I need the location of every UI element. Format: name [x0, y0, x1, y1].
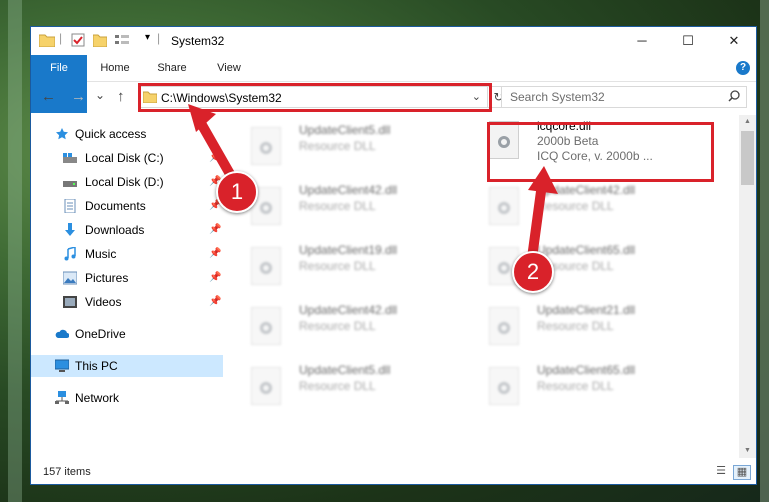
file-name: UpdateClient65.dll	[537, 363, 636, 377]
file-item[interactable]: UpdateClient65.dll Resource DLL	[467, 241, 707, 299]
separator: |	[59, 31, 63, 45]
tab-view[interactable]: View	[203, 55, 255, 81]
minimize-button[interactable]: ─	[619, 27, 665, 55]
annotation-badge-2: 2	[512, 251, 554, 293]
title-bar: | ▾ | System32 ─ ☐ ✕	[31, 27, 756, 55]
dll-file-icon	[251, 307, 281, 345]
file-name: UpdateClient19.dll	[299, 243, 398, 257]
videos-icon	[63, 296, 77, 308]
explorer-window: | ▾ | System32 ─ ☐ ✕ File Home Share Vie…	[30, 26, 757, 485]
file-type: Resource DLL	[299, 259, 376, 273]
pin-icon: 📌	[209, 248, 222, 259]
search-icon[interactable]	[728, 90, 740, 102]
file-item[interactable]: UpdateClient65.dll Resource DLL	[467, 361, 707, 419]
file-name: UpdateClient21.dll	[537, 303, 636, 317]
search-input[interactable]	[510, 90, 710, 104]
documents-icon	[64, 199, 76, 213]
forward-button[interactable]: →	[71, 89, 86, 105]
sidebar-item-label: Pictures	[85, 271, 129, 285]
dll-file-icon	[251, 247, 281, 285]
sidebar-item-downloads[interactable]: Downloads 📌	[31, 219, 223, 241]
pc-icon	[55, 359, 69, 372]
pin-icon: 📌	[209, 272, 222, 283]
music-icon	[64, 247, 76, 261]
back-button[interactable]: ←	[41, 89, 56, 105]
file-item[interactable]: UpdateClient42.dll Resource DLL	[467, 181, 707, 239]
file-item[interactable]: UpdateClient19.dll Resource DLL	[229, 241, 469, 299]
sidebar-item-label: OneDrive	[75, 327, 126, 341]
sidebar-item-label: Music	[85, 247, 117, 261]
background-tree	[760, 0, 769, 502]
dll-file-icon	[489, 367, 519, 405]
onedrive-icon	[55, 329, 69, 338]
annotation-badge-1: 1	[216, 171, 258, 213]
window-title: System32	[171, 34, 225, 48]
sidebar-item-pictures[interactable]: Pictures 📌	[31, 267, 223, 289]
sidebar-item-label: Downloads	[85, 223, 145, 237]
file-type: Resource DLL	[299, 139, 376, 153]
file-name: UpdateClient42.dll	[299, 183, 398, 197]
close-button[interactable]: ✕	[711, 27, 756, 55]
up-button[interactable]: ↑	[117, 89, 125, 105]
downloads-icon	[65, 223, 75, 236]
file-type: Resource DLL	[537, 319, 614, 333]
sidebar-item-label: Documents	[85, 199, 146, 213]
pin-icon: 📌	[209, 296, 222, 307]
dll-file-icon	[489, 307, 519, 345]
large-icons-view-icon[interactable]: ▦	[733, 465, 751, 480]
search-box[interactable]	[501, 86, 747, 108]
sidebar-item-label: Local Disk (C:)	[85, 151, 164, 165]
sidebar-item-network[interactable]: Network	[31, 387, 223, 409]
sidebar-item-label: Videos	[85, 295, 122, 309]
sidebar-item-onedrive[interactable]: OneDrive	[31, 323, 223, 345]
chevron-down-icon[interactable]: ▾	[145, 32, 150, 43]
ribbon: File Home Share View ?	[31, 55, 756, 113]
file-type: Resource DLL	[537, 379, 614, 393]
customize-icon[interactable]	[115, 33, 131, 47]
sidebar-item-videos[interactable]: Videos 📌	[31, 291, 223, 313]
help-button[interactable]: ?	[736, 61, 750, 75]
star-icon	[56, 128, 68, 140]
separator: |	[157, 31, 161, 45]
status-bar: 157 items ☰ ▦	[31, 458, 756, 484]
sidebar-item-this-pc[interactable]: This PC	[31, 355, 223, 377]
network-icon	[55, 391, 69, 404]
maximize-button[interactable]: ☐	[665, 27, 711, 55]
file-type: Resource DLL	[299, 319, 376, 333]
file-item[interactable]: UpdateClient5.dll Resource DLL	[229, 361, 469, 419]
file-name: UpdateClient42.dll	[299, 303, 398, 317]
drive-icon	[63, 181, 77, 187]
properties-icon[interactable]	[71, 33, 85, 47]
file-type: Resource DLL	[299, 379, 376, 393]
pin-icon: 📌	[209, 224, 222, 235]
new-folder-icon[interactable]	[93, 33, 107, 47]
file-name: UpdateClient5.dll	[299, 123, 391, 137]
scrollbar-thumb[interactable]	[741, 131, 754, 185]
sidebar-item-music[interactable]: Music 📌	[31, 243, 223, 265]
scroll-down-icon[interactable]: ▼	[739, 444, 756, 458]
file-item[interactable]: UpdateClient21.dll Resource DLL	[467, 301, 707, 359]
scroll-up-icon[interactable]: ▲	[739, 115, 756, 129]
drive-icon	[63, 153, 77, 163]
sidebar-item-label: Network	[75, 391, 120, 405]
folder-icon	[39, 34, 55, 47]
sidebar-item-label: This PC	[75, 359, 118, 373]
background-tree	[8, 0, 22, 502]
file-item[interactable]: UpdateClient42.dll Resource DLL	[229, 301, 469, 359]
pictures-icon	[63, 271, 77, 285]
tab-share[interactable]: Share	[146, 55, 198, 81]
file-name: UpdateClient5.dll	[299, 363, 391, 377]
item-count: 157 items	[43, 466, 91, 478]
file-item[interactable]: UpdateClient42.dll Resource DLL	[229, 181, 469, 239]
file-type: Resource DLL	[299, 199, 376, 213]
tab-home[interactable]: Home	[89, 55, 141, 81]
file-item[interactable]: UpdateClient5.dll Resource DLL	[229, 121, 469, 179]
sidebar-item-label: Local Disk (D:)	[85, 175, 164, 189]
details-view-icon[interactable]: ☰	[713, 465, 729, 478]
recent-locations-button[interactable]: ⌄	[95, 87, 105, 103]
vertical-scrollbar[interactable]: ▲ ▼	[739, 115, 756, 458]
sidebar-item-label: Quick access	[75, 127, 147, 141]
dll-file-icon	[251, 367, 281, 405]
